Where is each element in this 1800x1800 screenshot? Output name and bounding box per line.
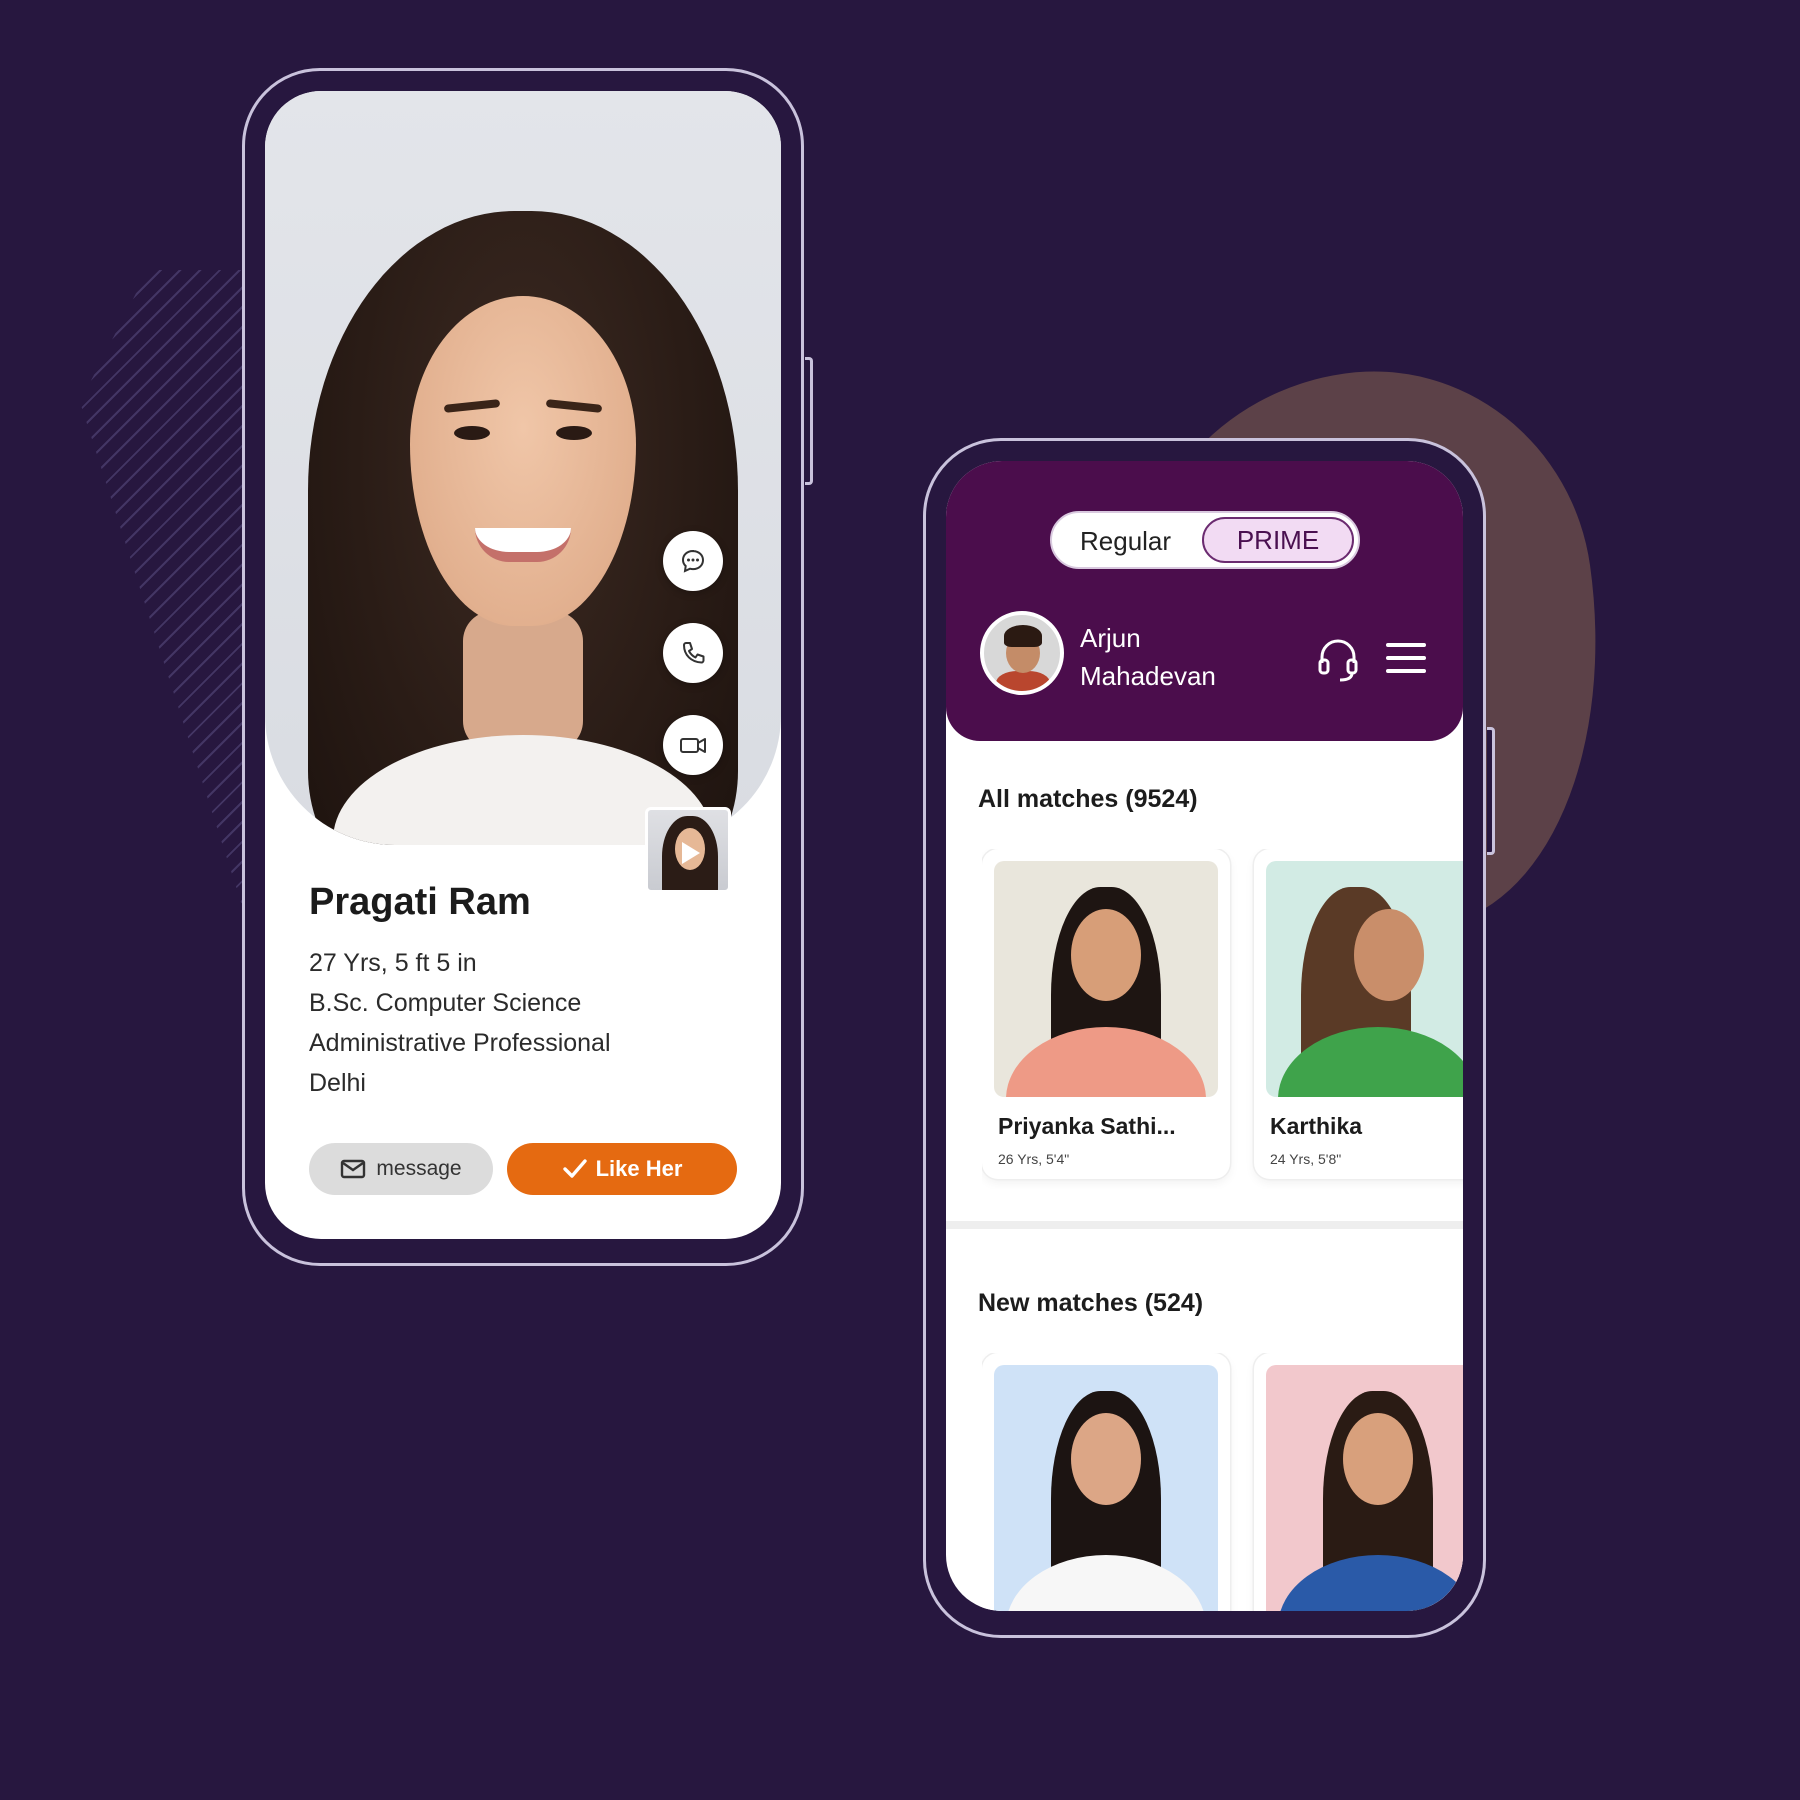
profile-phone-mockup: Pragati Ram 27 Yrs, 5 ft 5 in B.Sc. Comp… bbox=[242, 68, 813, 1266]
like-her-button[interactable]: Like Her bbox=[507, 1143, 737, 1195]
support-headset-icon[interactable] bbox=[1314, 635, 1362, 683]
user-name: Arjun Mahadevan bbox=[1080, 623, 1216, 691]
mail-icon bbox=[341, 1159, 366, 1179]
match-photo bbox=[994, 1365, 1218, 1611]
profile-profession: Administrative Professional bbox=[309, 1029, 611, 1057]
play-icon bbox=[682, 842, 700, 864]
phone-icon bbox=[683, 642, 705, 664]
all-matches-list: Priyanka Sathi... 26 Yrs, 5'4" Karthika … bbox=[982, 849, 1463, 1189]
match-card[interactable]: Priyanka Sathi... 26 Yrs, 5'4" bbox=[982, 849, 1230, 1179]
toggle-regular[interactable]: Regular bbox=[1080, 526, 1171, 557]
match-photo bbox=[994, 861, 1218, 1097]
chat-icon bbox=[681, 549, 705, 573]
avatar[interactable] bbox=[980, 611, 1064, 695]
profile-location: Delhi bbox=[309, 1069, 366, 1097]
matches-screen: Regular PRIME Arjun Mahadevan All matche… bbox=[946, 461, 1463, 1611]
profile-photo-face bbox=[410, 296, 636, 626]
matches-header: Regular PRIME Arjun Mahadevan bbox=[946, 461, 1463, 741]
profile-photo-neck bbox=[463, 611, 583, 751]
match-age-height: 26 Yrs, 5'4" bbox=[998, 1151, 1070, 1167]
match-card[interactable] bbox=[982, 1353, 1230, 1611]
match-card[interactable] bbox=[1254, 1353, 1463, 1611]
membership-toggle[interactable]: Regular PRIME bbox=[1050, 511, 1360, 569]
match-age-height: 24 Yrs, 5'8" bbox=[1270, 1151, 1342, 1167]
call-button[interactable] bbox=[663, 623, 723, 683]
new-matches-title: New matches (524) bbox=[978, 1289, 1204, 1317]
profile-name: Pragati Ram bbox=[309, 881, 531, 923]
profile-video-thumbnail[interactable] bbox=[645, 807, 731, 893]
match-photo bbox=[1266, 861, 1463, 1097]
match-name: Karthika bbox=[1270, 1113, 1363, 1139]
section-divider bbox=[946, 1221, 1463, 1229]
hamburger-menu-icon[interactable] bbox=[1386, 643, 1426, 677]
chat-button[interactable] bbox=[663, 531, 723, 591]
matches-phone-mockup: Regular PRIME Arjun Mahadevan All matche… bbox=[923, 438, 1495, 1638]
phone-side-button bbox=[805, 357, 813, 485]
message-button[interactable]: message bbox=[309, 1143, 493, 1195]
new-matches-list bbox=[982, 1353, 1463, 1611]
like-her-button-label: Like Her bbox=[595, 1156, 683, 1181]
check-icon bbox=[562, 1159, 587, 1178]
message-button-label: message bbox=[376, 1157, 462, 1180]
match-name: Priyanka Sathi... bbox=[998, 1113, 1176, 1139]
video-call-button[interactable] bbox=[663, 715, 723, 775]
profile-education: B.Sc. Computer Science bbox=[309, 989, 582, 1017]
all-matches-title: All matches (9524) bbox=[978, 785, 1198, 813]
profile-age-height: 27 Yrs, 5 ft 5 in bbox=[309, 949, 477, 977]
match-photo bbox=[1266, 1365, 1463, 1611]
toggle-prime[interactable]: PRIME bbox=[1202, 517, 1354, 563]
decorative-stripes bbox=[80, 270, 250, 930]
phone-side-button bbox=[1487, 727, 1495, 855]
match-card[interactable]: Karthika 24 Yrs, 5'8" bbox=[1254, 849, 1463, 1179]
profile-details: 27 Yrs, 5 ft 5 in B.Sc. Computer Science… bbox=[309, 943, 611, 1103]
profile-screen: Pragati Ram 27 Yrs, 5 ft 5 in B.Sc. Comp… bbox=[265, 91, 781, 1239]
video-icon bbox=[680, 738, 706, 753]
